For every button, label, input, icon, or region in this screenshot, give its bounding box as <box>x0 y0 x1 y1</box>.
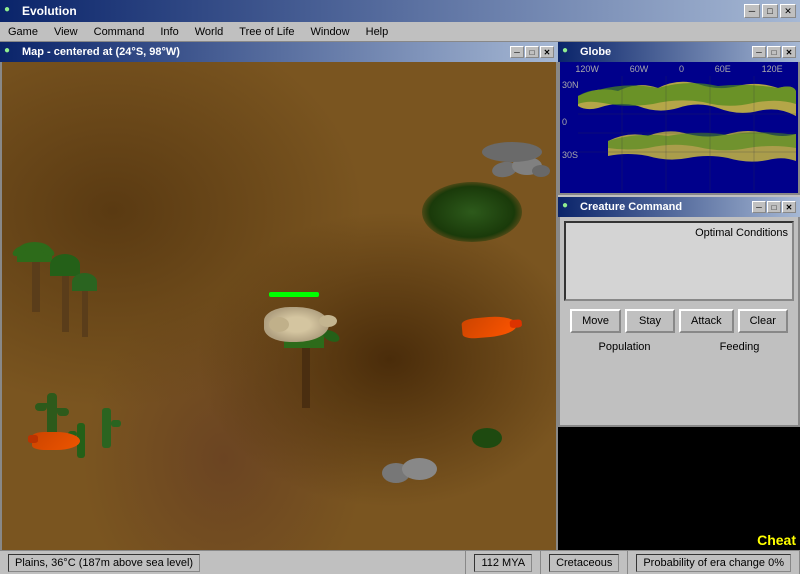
lon-120e: 120E <box>762 64 783 74</box>
menu-world[interactable]: World <box>187 24 232 40</box>
globe-close-button[interactable]: ✕ <box>782 46 796 58</box>
globe-window-title: Globe <box>580 46 752 58</box>
app-titlebar: ● Evolution ─ □ ✕ <box>0 0 800 22</box>
menu-command[interactable]: Command <box>86 24 153 40</box>
menu-tree-of-life[interactable]: Tree of Life <box>231 24 302 40</box>
globe-window: ● Globe ─ □ ✕ 120W 60W 0 60E 120E 30N 0 … <box>558 42 800 197</box>
map-maximize-button[interactable]: □ <box>525 46 539 58</box>
lon-60w: 60W <box>630 64 649 74</box>
map-window-icon: ● <box>4 45 18 59</box>
globe-content[interactable]: 120W 60W 0 60E 120E 30N 0 30S <box>558 62 800 195</box>
era-text: Cretaceous <box>549 554 619 572</box>
map-window-title: Map - centered at (24°S, 98°W) <box>22 46 510 58</box>
attack-button[interactable]: Attack <box>679 309 734 333</box>
menu-bar: Game View Command Info World Tree of Lif… <box>0 22 800 42</box>
globe-window-icon: ● <box>562 45 576 59</box>
globe-svg <box>578 76 796 191</box>
menu-help[interactable]: Help <box>358 24 397 40</box>
rocks-bottom-center <box>382 458 437 488</box>
terrain-info: Plains, 36°C (187m above sea level) <box>0 551 466 574</box>
palm-trunk-2 <box>62 272 69 332</box>
globe-titlebar: ● Globe ─ □ ✕ <box>558 42 800 62</box>
maximize-button[interactable]: □ <box>762 4 778 18</box>
population-feeding-row: Population Feeding <box>564 341 794 353</box>
creature-maximize-button[interactable]: □ <box>767 201 781 213</box>
creature-window-icon: ● <box>562 200 576 214</box>
optimal-conditions-box: Optimal Conditions <box>564 221 794 301</box>
map-minimize-button[interactable]: ─ <box>510 46 524 58</box>
lat-0: 0 <box>562 117 567 127</box>
cheat-overlay: Cheat <box>753 530 800 550</box>
map-window-buttons: ─ □ ✕ <box>510 46 554 58</box>
right-bottom-area: Cheat <box>558 427 800 550</box>
map-close-button[interactable]: ✕ <box>540 46 554 58</box>
creature-window-buttons: ─ □ ✕ <box>752 201 796 213</box>
lon-120w: 120W <box>575 64 599 74</box>
creature-titlebar: ● Creature Command ─ □ ✕ <box>558 197 800 217</box>
globe-maximize-button[interactable]: □ <box>767 46 781 58</box>
creature-close-button[interactable]: ✕ <box>782 201 796 213</box>
palm-trunk-center <box>302 343 310 408</box>
era-segment: Cretaceous <box>541 551 628 574</box>
globe-window-buttons: ─ □ ✕ <box>752 46 796 58</box>
map-content[interactable] <box>0 62 558 560</box>
creature-minimize-button[interactable]: ─ <box>752 201 766 213</box>
probability-text: Probability of era change 0% <box>636 554 791 572</box>
creature-window-title: Creature Command <box>580 201 752 213</box>
close-button[interactable]: ✕ <box>780 4 796 18</box>
lon-0: 0 <box>679 64 684 74</box>
feeding-label: Feeding <box>720 341 760 353</box>
palm-trunk-1 <box>32 257 40 312</box>
creature-orange-left <box>32 432 80 450</box>
status-bar: Plains, 36°C (187m above sea level) 112 … <box>0 550 800 574</box>
mya-segment: 112 MYA <box>466 551 541 574</box>
app-icon: ● <box>4 4 18 18</box>
probability-segment: Probability of era change 0% <box>628 551 800 574</box>
map-titlebar: ● Map - centered at (24°S, 98°W) ─ □ ✕ <box>0 42 558 62</box>
creature-command-window: ● Creature Command ─ □ ✕ Optimal Conditi… <box>558 197 800 427</box>
app-title: Evolution <box>22 4 744 18</box>
minimize-button[interactable]: ─ <box>744 4 760 18</box>
clear-button[interactable]: Clear <box>738 309 788 333</box>
vegetation-bottom-right <box>472 428 502 448</box>
vegetation-top-right <box>422 182 522 242</box>
menu-info[interactable]: Info <box>152 24 186 40</box>
cheat-text: Cheat <box>757 532 796 548</box>
menu-game[interactable]: Game <box>0 24 46 40</box>
globe-minimize-button[interactable]: ─ <box>752 46 766 58</box>
optimal-conditions-label: Optimal Conditions <box>695 227 788 239</box>
titlebar-buttons: ─ □ ✕ <box>744 4 796 18</box>
lat-30n: 30N <box>562 80 579 90</box>
cactus-3 <box>102 408 111 448</box>
map-window: ● Map - centered at (24°S, 98°W) ─ □ ✕ <box>0 42 558 562</box>
palm-trunk-3 <box>82 287 88 337</box>
menu-window[interactable]: Window <box>303 24 358 40</box>
command-buttons: Move Stay Attack Clear <box>564 309 794 333</box>
terrain-text: Plains, 36°C (187m above sea level) <box>8 554 200 572</box>
lon-60e: 60E <box>715 64 731 74</box>
center-creature-group <box>264 307 329 342</box>
menu-view[interactable]: View <box>46 24 86 40</box>
move-button[interactable]: Move <box>570 309 621 333</box>
creature-content: Optimal Conditions Move Stay Attack Clea… <box>558 217 800 427</box>
longitude-labels: 120W 60W 0 60E 120E <box>560 64 798 74</box>
lat-30s: 30S <box>562 150 578 160</box>
mya-text: 112 MYA <box>474 554 532 572</box>
rocks-upper-right <box>492 142 532 162</box>
stay-button[interactable]: Stay <box>625 309 675 333</box>
population-label: Population <box>599 341 651 353</box>
